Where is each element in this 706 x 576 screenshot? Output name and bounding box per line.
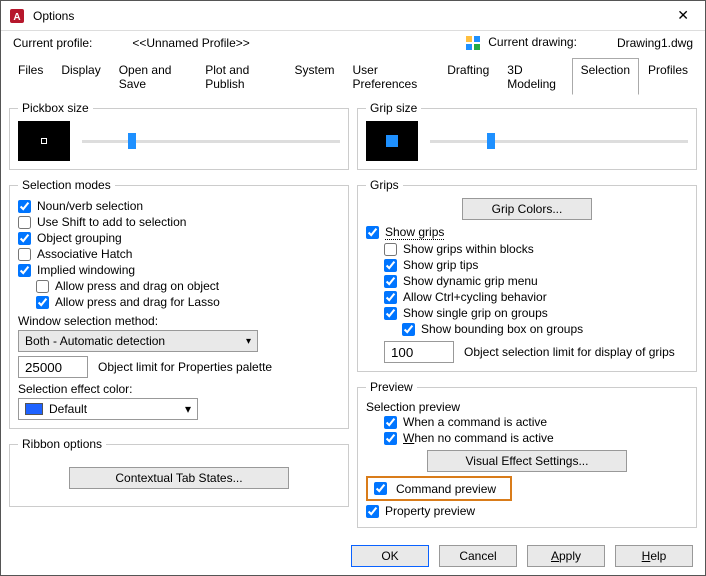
chk-noun-verb[interactable]: [18, 200, 31, 213]
grip-objlimit-label: Object selection limit for display of gr…: [464, 345, 675, 359]
window-sel-method-value: Both - Automatic detection: [25, 334, 165, 348]
chk-bbox-group[interactable]: [402, 323, 415, 336]
current-drawing-label: Current drawing:: [488, 35, 577, 49]
command-preview-highlight: Command preview: [366, 476, 512, 501]
tab-system[interactable]: System: [286, 58, 344, 95]
chk-press-drag-lasso[interactable]: [36, 296, 49, 309]
lbl-object-grouping: Object grouping: [37, 231, 122, 245]
chk-command-preview[interactable]: [374, 482, 387, 495]
chk-when-no-command[interactable]: [384, 432, 397, 445]
window-sel-method-label: Window selection method:: [18, 314, 340, 328]
lbl-single-grip-group: Show single grip on groups: [403, 306, 548, 320]
lbl-grip-tips: Show grip tips: [403, 258, 478, 272]
visual-effect-settings-button[interactable]: Visual Effect Settings...: [427, 450, 627, 472]
window-sel-method-combo[interactable]: Both - Automatic detection ▾: [18, 330, 258, 352]
pickbox-preview: [18, 121, 70, 161]
chk-object-grouping[interactable]: [18, 232, 31, 245]
chk-press-drag-object[interactable]: [36, 280, 49, 293]
lbl-bbox-group: Show bounding box on groups: [421, 322, 583, 336]
chk-when-command-active[interactable]: [384, 416, 397, 429]
tab-profiles[interactable]: Profiles: [639, 58, 697, 95]
lbl-when-command-active: When a command is active: [403, 415, 547, 429]
close-button[interactable]: ✕: [669, 3, 697, 28]
help-button[interactable]: Help: [615, 545, 693, 567]
lbl-property-preview: Property preview: [385, 504, 475, 518]
selection-effect-value: Default: [49, 402, 179, 416]
svg-text:A: A: [13, 12, 20, 23]
selection-modes-legend: Selection modes: [18, 178, 115, 192]
chk-grip-tips[interactable]: [384, 259, 397, 272]
lbl-shift-add: Use Shift to add to selection: [37, 215, 186, 229]
lbl-dyn-grip-menu: Show dynamic grip menu: [403, 274, 538, 288]
lbl-press-drag-lasso: Allow press and drag for Lasso: [55, 295, 220, 309]
chk-grips-blocks[interactable]: [384, 243, 397, 256]
ok-button[interactable]: OK: [351, 545, 429, 567]
chk-property-preview[interactable]: [366, 505, 379, 518]
grip-preview: [366, 121, 418, 161]
tab-plot-publish[interactable]: Plot and Publish: [196, 58, 285, 95]
lbl-implied-window: Implied windowing: [37, 263, 135, 277]
chevron-down-icon: ▾: [246, 336, 251, 347]
pickbox-size-legend: Pickbox size: [18, 101, 93, 115]
object-limit-input[interactable]: [18, 356, 88, 378]
cancel-button[interactable]: Cancel: [439, 545, 517, 567]
preview-legend: Preview: [366, 380, 417, 394]
lbl-command-preview: Command preview: [396, 482, 496, 496]
window-title: Options: [33, 9, 74, 23]
chk-ctrl-cycle[interactable]: [384, 291, 397, 304]
tab-display[interactable]: Display: [52, 58, 109, 95]
chk-implied-window[interactable]: [18, 264, 31, 277]
tab-drafting[interactable]: Drafting: [438, 58, 498, 95]
grip-colors-button[interactable]: Grip Colors...: [462, 198, 592, 220]
app-icon: A: [9, 8, 25, 24]
chk-single-grip-group[interactable]: [384, 307, 397, 320]
pickbox-slider[interactable]: [82, 131, 340, 151]
tab-bar: Files Display Open and Save Plot and Pub…: [9, 57, 697, 95]
tab-3d-modeling[interactable]: 3D Modeling: [498, 58, 571, 95]
tab-user-prefs[interactable]: User Preferences: [344, 58, 439, 95]
tab-files[interactable]: Files: [9, 58, 52, 95]
current-drawing-value: Drawing1.dwg: [617, 36, 693, 50]
current-profile-value: <<Unnamed Profile>>: [132, 36, 249, 50]
grips-legend: Grips: [366, 178, 403, 192]
grip-slider[interactable]: [430, 131, 688, 151]
tab-selection[interactable]: Selection: [572, 58, 639, 95]
selection-effect-label: Selection effect color:: [18, 382, 340, 396]
lbl-noun-verb: Noun/verb selection: [37, 199, 143, 213]
chk-shift-add[interactable]: [18, 216, 31, 229]
lbl-show-grips: Show grips: [385, 225, 444, 240]
drawing-icon: [465, 35, 481, 51]
current-profile-label: Current profile:: [13, 36, 92, 50]
selection-preview-label: Selection preview: [366, 400, 688, 414]
chk-show-grips[interactable]: [366, 226, 379, 239]
color-swatch: [25, 403, 43, 415]
ribbon-options-legend: Ribbon options: [18, 437, 106, 451]
chk-dyn-grip-menu[interactable]: [384, 275, 397, 288]
chk-assoc-hatch[interactable]: [18, 248, 31, 261]
tab-open-save[interactable]: Open and Save: [110, 58, 197, 95]
grip-size-legend: Grip size: [366, 101, 421, 115]
lbl-grips-blocks: Show grips within blocks: [403, 242, 534, 256]
selection-effect-combo[interactable]: Default ▾: [18, 398, 198, 420]
lbl-when-no-command: When no command is active: [403, 431, 554, 445]
object-limit-label: Object limit for Properties palette: [98, 360, 272, 374]
lbl-assoc-hatch: Associative Hatch: [37, 247, 132, 261]
lbl-press-drag-object: Allow press and drag on object: [55, 279, 219, 293]
contextual-tab-states-button[interactable]: Contextual Tab States...: [69, 467, 289, 489]
apply-button[interactable]: Apply: [527, 545, 605, 567]
lbl-ctrl-cycle: Allow Ctrl+cycling behavior: [403, 290, 547, 304]
chevron-down-icon: ▾: [185, 402, 191, 416]
grip-objlimit-input[interactable]: [384, 341, 454, 363]
